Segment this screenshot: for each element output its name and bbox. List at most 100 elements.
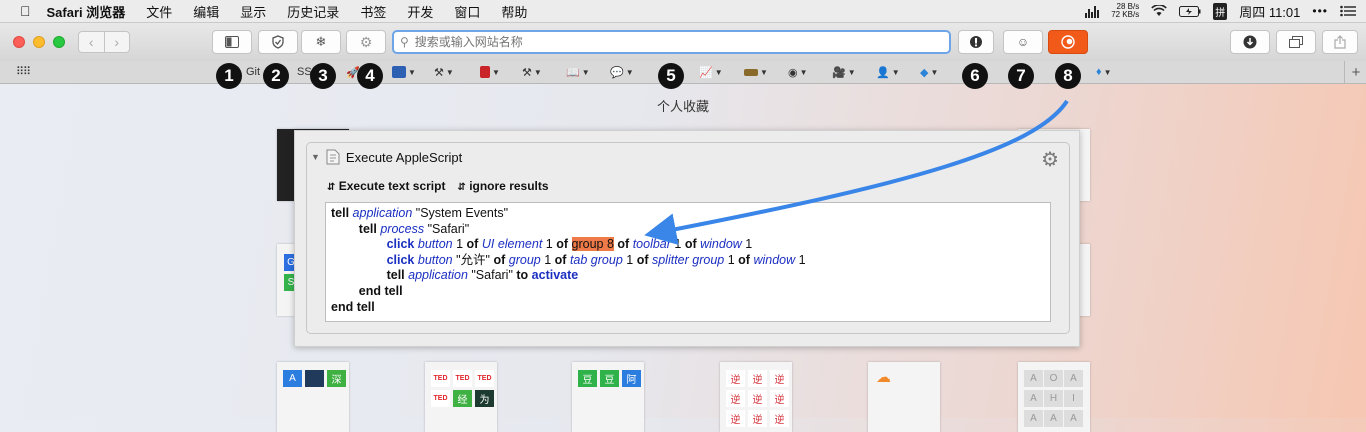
results-mode-label: ignore results (469, 179, 549, 193)
disclosure-triangle-icon[interactable]: ▼ (311, 152, 320, 162)
script-token: tell (331, 206, 350, 220)
script-editor[interactable]: tell application "System Events" tell pr… (325, 202, 1051, 322)
search-input[interactable] (412, 34, 917, 50)
script-token: of (636, 252, 649, 267)
marker-8: 8 (1055, 63, 1081, 89)
favorite-tile-5[interactable]: ☁ (868, 362, 940, 432)
new-tab-plus-icon[interactable]: + (1344, 61, 1366, 83)
tile-square: I (1064, 390, 1083, 407)
bookmark-folder-chat[interactable]: 💬 ▼ (610, 64, 634, 80)
bookmark-folder-book[interactable]: ▼ (480, 64, 500, 80)
favorite-tile-3[interactable]: 豆 豆 阿 (572, 362, 644, 432)
favorite-tile-2[interactable]: TED TED TED TED 经 为 (425, 362, 497, 432)
extension-runner-button[interactable]: ❄ (301, 30, 341, 54)
tile-square: A (1064, 370, 1083, 387)
wifi-icon[interactable] (1151, 5, 1167, 17)
bookmark-folder-chart[interactable]: 📈 ▼ (699, 64, 723, 80)
marker-1: 1 (216, 63, 242, 89)
menu-file[interactable]: 文件 (146, 2, 172, 21)
back-button[interactable]: ‹ (79, 32, 105, 52)
search-icon: ⚲ (400, 35, 409, 49)
sidebar-button[interactable] (212, 30, 252, 54)
apple-menu-icon[interactable]:  (20, 3, 31, 19)
script-token: "Safari" (467, 268, 517, 283)
extension-settings-button[interactable]: ⚙ (346, 30, 386, 54)
script-token: of (684, 237, 697, 252)
bookmark-folder-card[interactable]: ▼ (744, 64, 768, 80)
menu-view[interactable]: 显示 (240, 2, 266, 21)
bookmark-folder-person[interactable]: 👤 ▼ (876, 64, 900, 80)
menu-edit[interactable]: 编辑 (193, 2, 219, 21)
menu-window[interactable]: 窗口 (454, 2, 480, 21)
script-token: of (617, 237, 630, 252)
favorite-tile-4[interactable]: 逆 逆 逆 逆 逆 逆 逆 逆 逆 (720, 362, 792, 432)
menubar-clock[interactable]: 周四 11:01 (1239, 2, 1300, 21)
tile-square: A (283, 370, 302, 387)
results-mode-popup[interactable]: ⇵ ignore results (457, 179, 548, 193)
script-token: of (738, 252, 750, 267)
bookmark-folder-tools[interactable]: ⚒ ▼ (434, 64, 454, 80)
person-icon: 👤 (876, 66, 890, 79)
script-token: splitter group (651, 252, 725, 267)
tile-square: 逆 (770, 370, 789, 387)
bookmark-label: Git (246, 66, 261, 78)
script-token (331, 237, 387, 251)
forward-button[interactable]: › (105, 32, 130, 52)
bookmark-folder-pot[interactable]: ◉ ▼ (788, 64, 808, 80)
close-window-button[interactable] (13, 36, 25, 48)
menu-app-name[interactable]: Safari 浏览器 (47, 2, 126, 21)
extension-user-button[interactable]: ☺ (1003, 30, 1043, 54)
tile-square: H (1044, 390, 1063, 407)
script-token: button (417, 237, 453, 252)
tile-square: 逆 (770, 390, 789, 407)
show-all-bookmarks-icon[interactable]: ⠿⠿ (16, 65, 31, 78)
script-token: window (753, 252, 796, 267)
script-token: activate (531, 268, 579, 283)
downloads-button[interactable] (1230, 30, 1270, 54)
menu-history[interactable]: 历史记录 (287, 2, 339, 21)
battery-icon[interactable] (1179, 5, 1201, 17)
switch-icon (392, 66, 406, 78)
show-all-tabs-button[interactable] (1276, 30, 1316, 54)
bookmark-folder-switch[interactable]: ▼ (392, 64, 416, 80)
bookmark-folder-hammer[interactable]: ⚒ ▼ (522, 64, 542, 80)
script-token: "允许" (452, 252, 494, 267)
script-line: click button "允许" of group 1 of tab grou… (331, 253, 1045, 269)
zoom-window-button[interactable] (53, 36, 65, 48)
input-method-indicator[interactable]: 拼 (1213, 2, 1228, 20)
updown-arrows-icon: ⇵ (327, 182, 336, 193)
favorite-tile-6[interactable]: A O A A H I A A A (1018, 362, 1090, 432)
action-header: ▼ Execute AppleScript (311, 149, 462, 165)
weather-cloud-icon: ☁ (876, 369, 891, 386)
activity-bars-icon[interactable] (1085, 5, 1100, 18)
minimize-window-button[interactable] (33, 36, 45, 48)
address-bar[interactable]: ⚲ (392, 30, 951, 54)
bookmark-folder-reading[interactable]: 📖 ▼ (566, 64, 590, 80)
more-icon[interactable]: ••• (1312, 4, 1328, 18)
diamond-icon: ◆ (920, 66, 929, 79)
menu-develop[interactable]: 开发 (407, 2, 433, 21)
favorite-tile-1[interactable]: A 深 (277, 362, 349, 432)
extension-shield-button[interactable] (258, 30, 298, 54)
extension-info-button[interactable] (958, 30, 994, 54)
tile-square: 豆 (578, 370, 597, 387)
bookmark-git[interactable]: Git (246, 64, 260, 80)
tile-square: TED (431, 390, 450, 407)
chevron-down-icon: ▼ (891, 67, 900, 77)
execute-mode-popup[interactable]: ⇵ Execute text script (327, 179, 445, 193)
chevron-down-icon: ▼ (1103, 67, 1112, 77)
action-title: Execute AppleScript (345, 149, 463, 165)
menu-bookmarks[interactable]: 书签 (360, 2, 386, 21)
bookmark-folder-camera[interactable]: 🎥 ▼ (832, 64, 856, 80)
gear-icon[interactable]: ⚙ (1041, 147, 1059, 172)
share-button[interactable] (1322, 30, 1358, 54)
bookmark-folder-gem[interactable]: ♦ ▼ (1096, 64, 1112, 80)
chevron-down-icon: ▼ (799, 67, 808, 77)
bookmark-folder-diamond[interactable]: ◆ ▼ (920, 64, 938, 80)
menu-help[interactable]: 帮助 (501, 2, 527, 21)
network-speed[interactable]: 28 B/s 72 KB/s (1111, 3, 1139, 19)
net-down: 72 KB/s (1111, 10, 1140, 19)
notification-list-icon[interactable] (1340, 5, 1356, 17)
extension-orange-button[interactable] (1048, 30, 1088, 54)
script-token: "System Events" (412, 206, 509, 220)
